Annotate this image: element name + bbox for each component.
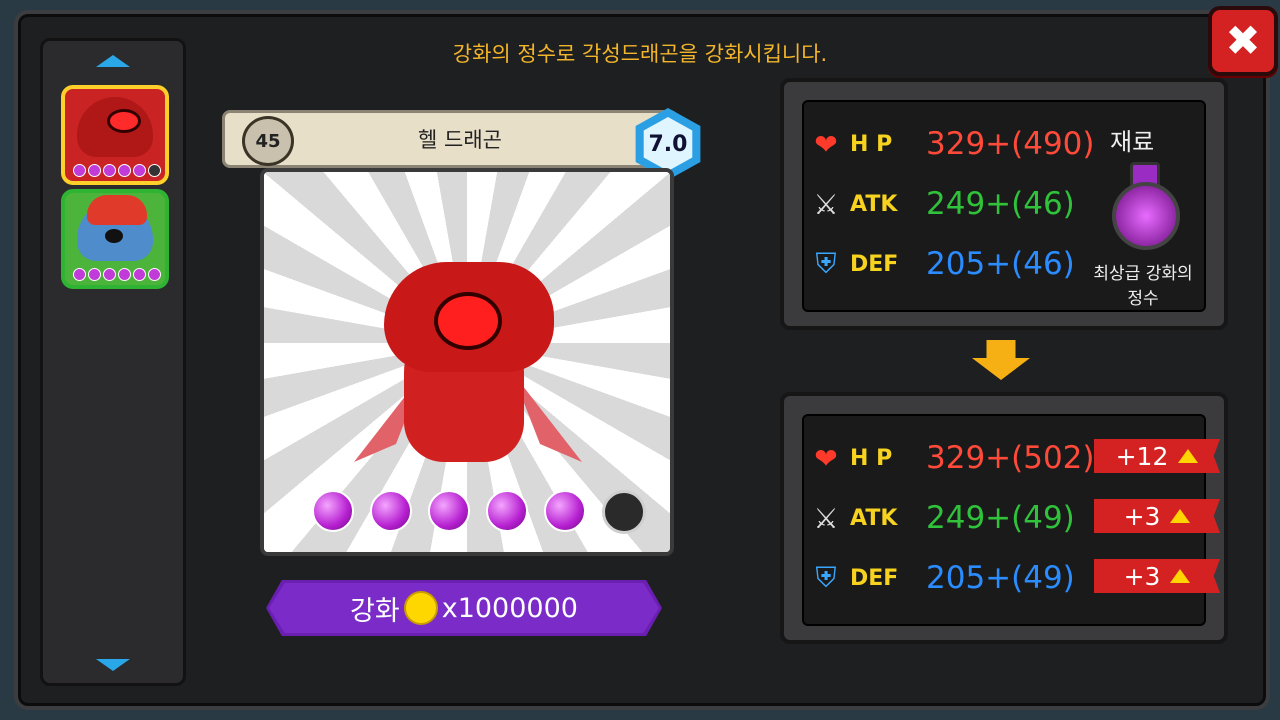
current-stat-hp: ❤ H P 329+(490) [808,122,1095,166]
sword-icon: ⚔ [813,501,839,535]
close-button[interactable]: ✖ [1208,6,1278,76]
close-icon: ✖ [1225,16,1261,65]
dragon-eye-icon [434,292,502,350]
blue-dragon-hat-icon [87,195,147,225]
atk-bonus-badge: +3 [1094,499,1220,533]
bonus-value: +12 [1115,441,1169,471]
material-name-line2: 정수 [1127,289,1159,309]
next-stat-hp: ❤ H P 329+(502) [808,436,1095,480]
stat-label: H P [850,445,893,471]
essence-flask-icon [1102,162,1182,252]
pet-portrait [260,168,674,556]
upgrade-label: 강화 [350,595,400,627]
stat-value: 205+(46) [926,246,1075,282]
slot1-grade-dots [73,164,161,177]
material-header: 재료 [1110,128,1155,156]
stat-value: 249+(49) [926,500,1075,536]
stat-label: DEF [850,565,899,591]
pet-name: 헬 드래곤 [418,128,502,152]
shield-icon: ⛨ [815,561,837,594]
stat-value: 249+(46) [926,186,1075,222]
upgrade-cost: x1000000 [441,592,578,624]
up-arrow-icon [1170,569,1191,583]
stat-value: 329+(490) [926,126,1095,162]
hp-bonus-badge: +12 [1094,439,1220,473]
shield-icon: ⛨ [815,247,837,280]
up-arrow-icon [1178,449,1199,463]
next-stat-atk: ⚔ ATK 249+(49) [808,496,1075,540]
blue-dragon-eye-icon [105,229,123,243]
stat-value: 205+(49) [926,560,1075,596]
gem-filled [428,490,470,532]
flask-body [1112,182,1180,250]
scroll-down-arrow-icon[interactable] [96,659,130,671]
grade-value: 7.0 [643,117,693,171]
gem-filled [312,490,354,532]
up-arrow-icon [1170,509,1191,523]
pet-list-sidebar [40,38,186,686]
gem-filled [486,490,528,532]
pet-slot-selected[interactable] [61,85,169,185]
dialog-title: 강화의 정수로 각성드래곤을 강화시킵니다. [452,42,828,66]
scroll-up-arrow-icon[interactable] [96,55,130,67]
stat-label: ATK [850,505,898,531]
bonus-value: +3 [1123,561,1161,591]
pet-slot[interactable] [61,189,169,289]
current-stat-atk: ⚔ ATK 249+(46) [808,182,1075,226]
grade-gems [312,490,646,534]
next-stat-def: ⛨ DEF 205+(49) [808,556,1075,600]
material-name: 최상급 강화의 정수 [1080,262,1206,312]
gem-empty [602,490,646,534]
pet-level-badge: 45 [242,116,294,166]
heart-icon: ❤ [814,441,838,475]
material-name-line1: 최상급 강화의 [1093,264,1193,284]
stat-label: ATK [850,191,898,217]
slot2-grade-dots [73,268,161,281]
stat-label: DEF [850,251,899,277]
sword-icon: ⚔ [813,187,839,221]
bonus-value: +3 [1123,501,1161,531]
gem-filled [370,490,412,532]
stat-label: H P [850,131,893,157]
heart-icon: ❤ [814,127,838,161]
coin-icon [403,591,438,625]
red-dragon-eye-icon [107,109,141,133]
gem-filled [544,490,586,532]
stat-value: 329+(502) [926,440,1095,476]
current-stat-def: ⛨ DEF 205+(46) [808,242,1075,286]
def-bonus-badge: +3 [1094,559,1220,593]
upgrade-button[interactable]: 강화 x1000000 [266,580,662,636]
